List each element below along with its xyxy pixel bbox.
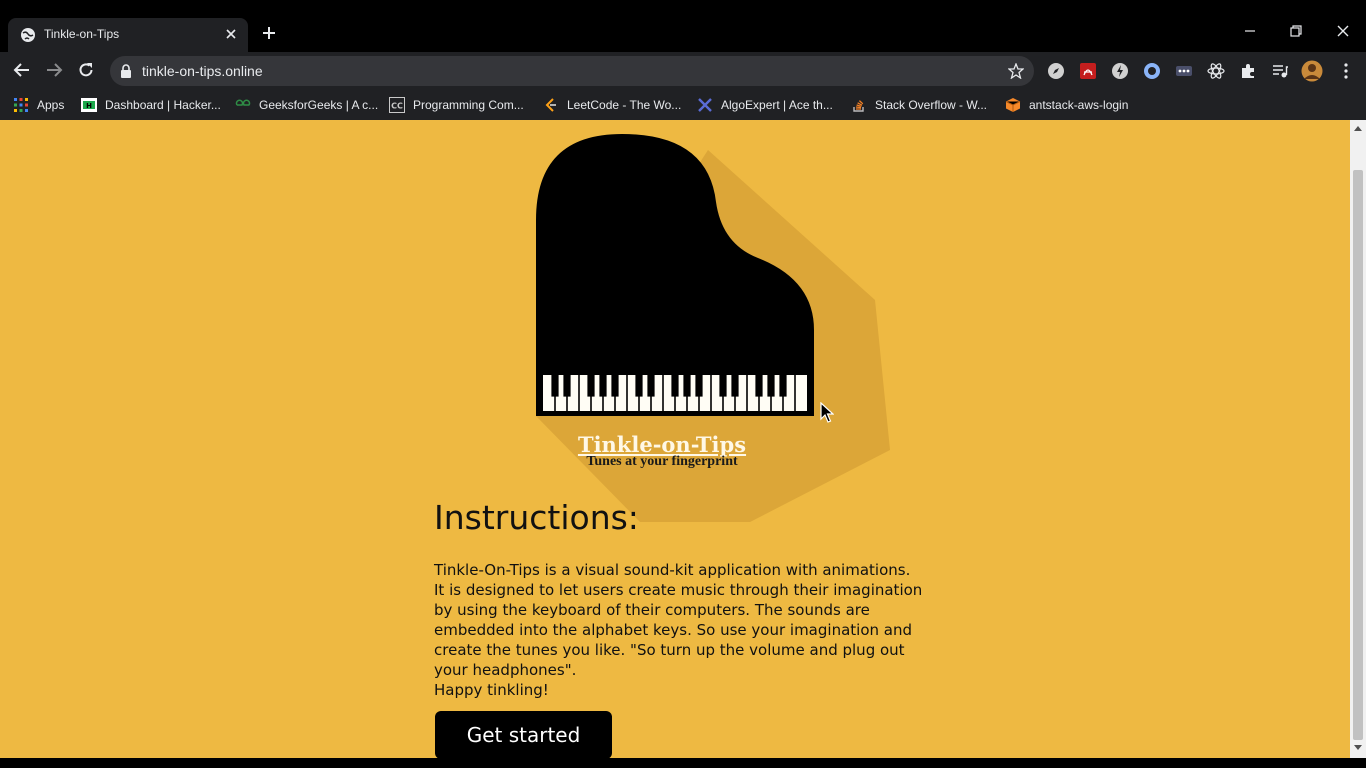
piano-black-key	[719, 375, 727, 397]
bookmark-label: Stack Overflow - W...	[875, 98, 988, 112]
media-controls-icon[interactable]	[1271, 62, 1289, 80]
instructions-line: Tinkle-On-Tips is a visual sound-kit app…	[434, 561, 911, 579]
svg-text:H: H	[86, 102, 92, 110]
react-devtools-icon[interactable]	[1207, 62, 1225, 80]
bookmark-algoexpert[interactable]: AlgoExpert | Ace th...	[697, 96, 833, 114]
get-started-button[interactable]: Get started	[435, 711, 612, 758]
reload-icon[interactable]	[77, 61, 95, 79]
piano-black-key	[551, 375, 559, 397]
aws-cube-icon	[1005, 98, 1021, 112]
minimize-icon[interactable]	[1243, 24, 1257, 38]
bookmark-geeksforgeeks[interactable]: GeeksforGeeks | A c...	[235, 96, 378, 114]
url-text[interactable]: tinkle-on-tips.online	[142, 63, 263, 79]
instructions-text: Tinkle-On-Tips is a visual sound-kit app…	[434, 560, 924, 700]
close-tab-icon[interactable]	[224, 27, 238, 41]
extension-circle-icon[interactable]	[1111, 62, 1129, 80]
tab-title: Tinkle-on-Tips	[44, 27, 120, 41]
bookmark-label: GeeksforGeeks | A c...	[259, 98, 379, 112]
algoexpert-icon	[698, 98, 712, 112]
piano-black-key	[587, 375, 595, 397]
pdf-extension-icon[interactable]	[1079, 62, 1097, 80]
instructions-line: embedded into the alphabet keys. So use …	[434, 621, 912, 639]
browser-toolbar: tinkle-on-tips.online	[0, 52, 1366, 90]
piano-black-key	[731, 375, 739, 397]
piano-black-key	[779, 375, 787, 397]
bookmark-hackerrank[interactable]: H Dashboard | Hacker...	[81, 96, 221, 114]
bookmark-codechef[interactable]: CC Programming Com...	[389, 96, 524, 114]
leetcode-icon	[545, 98, 556, 112]
bookmark-label: LeetCode - The Wo...	[567, 98, 682, 112]
scrollbar-thumb[interactable]	[1353, 170, 1363, 740]
bookmark-label: Apps	[37, 98, 65, 112]
brand-tagline: Tunes at your fingerprint	[586, 454, 738, 469]
instructions-line: create the tunes you like. "So turn up t…	[434, 641, 905, 659]
piano-black-key	[755, 375, 763, 397]
kebab-menu-icon[interactable]	[1337, 62, 1355, 80]
piano-black-key	[647, 375, 655, 397]
instructions-line: It is designed to let users create music…	[434, 581, 923, 599]
bookmark-antstack[interactable]: antstack-aws-login	[1005, 96, 1128, 114]
mouse-cursor-icon	[820, 402, 834, 423]
profile-avatar[interactable]	[1301, 60, 1323, 82]
codechef-icon: CC	[389, 97, 405, 113]
restore-window-icon[interactable]	[1289, 24, 1303, 38]
svg-text:CC: CC	[391, 102, 403, 111]
lock-icon[interactable]	[120, 64, 132, 78]
bookmark-label: AlgoExpert | Ace th...	[721, 98, 833, 112]
bookmark-label: Dashboard | Hacker...	[105, 98, 221, 112]
bookmark-apps[interactable]: Apps	[13, 96, 64, 114]
window-top-border	[0, 0, 1366, 10]
forward-arrow-icon[interactable]	[45, 61, 63, 79]
tab-strip: Tinkle-on-Tips	[0, 10, 1366, 52]
bookmark-star-icon[interactable]	[1008, 63, 1024, 79]
extensions-puzzle-icon[interactable]	[1239, 62, 1257, 80]
piano-black-key	[599, 375, 607, 397]
address-bar[interactable]: tinkle-on-tips.online	[110, 56, 1034, 86]
bookmark-stackoverflow[interactable]: Stack Overflow - W...	[851, 96, 987, 114]
bookmark-label: antstack-aws-login	[1029, 98, 1129, 112]
instructions-heading: Instructions:	[434, 498, 639, 537]
scroll-down-arrow-icon[interactable]	[1353, 744, 1363, 752]
page-content: Tinkle-on-Tips Tunes at your fingerprint…	[0, 120, 1350, 758]
extension-o-icon[interactable]	[1143, 62, 1161, 80]
piano-black-key	[767, 375, 775, 397]
extension-compass-icon[interactable]	[1047, 62, 1065, 80]
grand-piano-logo	[536, 134, 890, 522]
back-arrow-icon[interactable]	[13, 61, 31, 79]
bookmark-leetcode[interactable]: LeetCode - The Wo...	[543, 96, 681, 114]
globe-icon	[21, 28, 35, 42]
hackerrank-icon: H	[81, 98, 97, 112]
geeksforgeeks-icon	[235, 99, 251, 106]
extension-dots-icon[interactable]	[1175, 62, 1193, 80]
apps-grid-icon	[14, 98, 28, 112]
piano-black-key	[563, 375, 571, 397]
instructions-line: Happy tinkling!	[434, 681, 549, 699]
bookmark-label: Programming Com...	[413, 98, 524, 112]
piano-black-key	[671, 375, 679, 397]
window-bottom-border	[0, 758, 1366, 768]
piano-black-key	[683, 375, 691, 397]
piano-black-key	[695, 375, 703, 397]
scroll-up-arrow-icon[interactable]	[1353, 124, 1363, 132]
piano-black-key	[635, 375, 643, 397]
bookmarks-bar: Apps H Dashboard | Hacker... GeeksforGee…	[0, 90, 1366, 120]
tab-tinkle-on-tips[interactable]: Tinkle-on-Tips	[8, 18, 248, 52]
piano-black-key	[611, 375, 619, 397]
page-scrollbar[interactable]	[1350, 120, 1366, 758]
new-tab-plus-icon[interactable]	[262, 26, 276, 40]
instructions-line: by using the keyboard of their computers…	[434, 601, 870, 619]
close-window-icon[interactable]	[1336, 24, 1350, 38]
stackoverflow-icon	[853, 100, 864, 112]
instructions-line: your headphones".	[434, 661, 577, 679]
